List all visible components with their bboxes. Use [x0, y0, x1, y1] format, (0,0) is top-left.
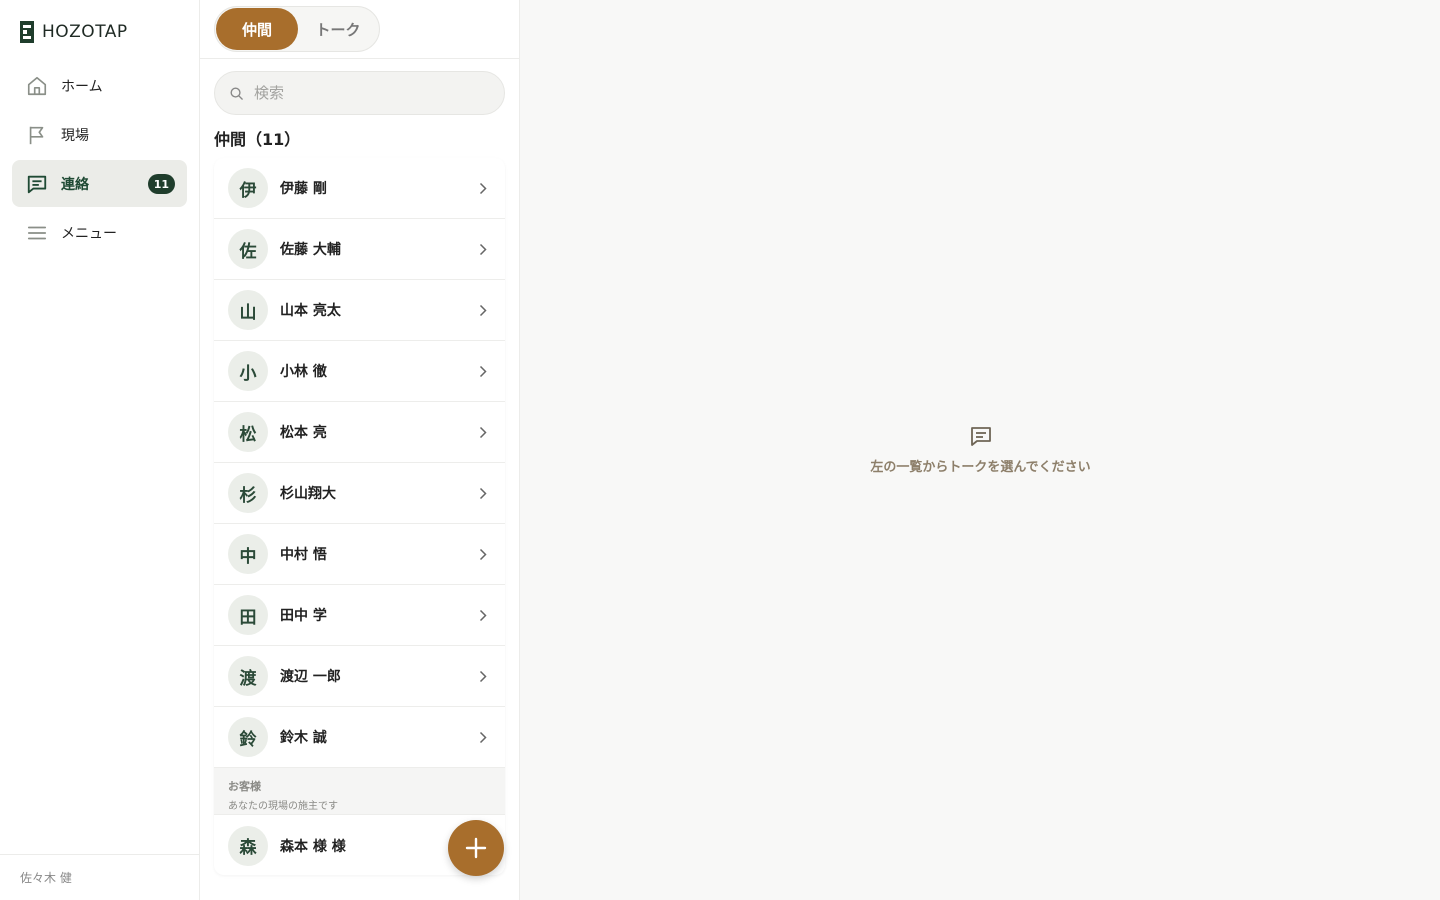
- nav-item-label: メニュー: [61, 225, 117, 242]
- contact-name: 佐藤 大輔: [280, 242, 341, 258]
- nav-item-messages[interactable]: 連絡 11: [12, 160, 187, 207]
- chevron-right-icon: [479, 182, 487, 195]
- customer-section-subtitle: あなたの現場の施主です: [228, 801, 338, 812]
- tab-bar: 仲間 トーク: [200, 0, 519, 59]
- customer-section-header: お客様 あなたの現場の施主です: [214, 768, 505, 815]
- tab-members[interactable]: 仲間: [216, 8, 298, 50]
- segmented-control: 仲間 トーク: [214, 6, 380, 52]
- contact-name: 杉山翔大: [280, 486, 336, 502]
- side-navigation: HOZOTAP ホーム 現場 連絡 11 メニュー 佐々木 健: [0, 0, 200, 900]
- avatar: 小: [228, 351, 268, 391]
- contact-row[interactable]: 山 山本 亮太: [214, 280, 505, 341]
- contact-row[interactable]: 小 小林 徹: [214, 341, 505, 402]
- nav-list: ホーム 現場 連絡 11 メニュー: [12, 62, 187, 258]
- contact-name: 伊藤 剛: [280, 181, 327, 197]
- nav-item-label: 現場: [61, 127, 89, 144]
- chevron-right-icon: [479, 365, 487, 378]
- empty-state-message: 左の一覧からトークを選んでください: [870, 460, 1091, 475]
- chevron-right-icon: [479, 609, 487, 622]
- contact-name: 森本 様 様: [280, 838, 346, 855]
- contact-name: 小林 徹: [280, 364, 327, 380]
- contact-list: 伊 伊藤 剛 佐 佐藤 大輔 山 山本 亮太 小 小林 徹 松 松本 亮 杉 杉…: [214, 158, 505, 875]
- plus-icon: [465, 837, 487, 859]
- contact-row[interactable]: 伊 伊藤 剛: [214, 158, 505, 219]
- chevron-right-icon: [479, 243, 487, 256]
- home-icon: [25, 74, 49, 98]
- contact-row[interactable]: 渡 渡辺 一郎: [214, 646, 505, 707]
- chat-icon: [25, 172, 49, 196]
- search-input[interactable]: [254, 84, 484, 102]
- contacts-panel: 仲間 トーク 仲間（11） 伊 伊藤 剛 佐 佐藤 大輔 山 山本 亮太 小 小…: [200, 0, 520, 900]
- avatar: 森: [228, 825, 268, 866]
- contact-row[interactable]: 佐 佐藤 大輔: [214, 219, 505, 280]
- flag-icon: [25, 123, 49, 147]
- contact-name: 渡辺 一郎: [280, 669, 341, 685]
- avatar: 松: [228, 412, 268, 452]
- menu-icon: [25, 221, 49, 245]
- contact-row[interactable]: 田 田中 学: [214, 585, 505, 646]
- section-title: 仲間（11）: [214, 130, 301, 149]
- avatar: 杉: [228, 473, 268, 513]
- chevron-right-icon: [479, 548, 487, 561]
- nav-item-label: 連絡: [61, 176, 89, 193]
- avatar: 渡: [228, 656, 268, 696]
- conversation-area: 左の一覧からトークを選んでください: [521, 0, 1440, 900]
- chevron-right-icon: [479, 670, 487, 683]
- contact-name: 中村 悟: [280, 547, 327, 563]
- contact-row[interactable]: 松 松本 亮: [214, 402, 505, 463]
- avatar: 山: [228, 290, 268, 330]
- avatar: 鈴: [228, 717, 268, 757]
- chevron-right-icon: [479, 304, 487, 317]
- search-box: [214, 71, 505, 115]
- contact-row[interactable]: 杉 杉山翔大: [214, 463, 505, 524]
- contact-name: 山本 亮太: [280, 303, 341, 319]
- contact-name: 田中 学: [280, 608, 327, 624]
- contact-name: 松本 亮: [280, 425, 327, 441]
- contact-name: 鈴木 誠: [280, 730, 327, 746]
- empty-state: 左の一覧からトークを選んでください: [521, 424, 1440, 475]
- avatar: 伊: [228, 168, 268, 208]
- tab-talk[interactable]: トーク: [298, 8, 378, 50]
- search-icon: [230, 87, 243, 100]
- brand-name: HOZOTAP: [42, 22, 128, 42]
- nav-item-label: ホーム: [61, 78, 103, 95]
- nav-item-home[interactable]: ホーム: [12, 62, 187, 109]
- current-user[interactable]: 佐々木 健: [0, 854, 199, 900]
- avatar: 田: [228, 595, 268, 635]
- brand-logo[interactable]: HOZOTAP: [20, 21, 128, 43]
- avatar: 中: [228, 534, 268, 574]
- avatar: 佐: [228, 229, 268, 269]
- contact-row[interactable]: 鈴 鈴木 誠: [214, 707, 505, 768]
- chevron-right-icon: [479, 487, 487, 500]
- nav-item-site[interactable]: 現場: [12, 111, 187, 158]
- chat-icon: [970, 427, 991, 446]
- contact-row[interactable]: 中 中村 悟: [214, 524, 505, 585]
- add-button[interactable]: [448, 820, 504, 876]
- customer-section-title: お客様: [228, 780, 261, 793]
- chevron-right-icon: [479, 731, 487, 744]
- chevron-right-icon: [479, 426, 487, 439]
- nav-item-menu[interactable]: メニュー: [12, 209, 187, 256]
- brand-mark-icon: [20, 21, 34, 43]
- unread-badge: 11: [147, 174, 175, 194]
